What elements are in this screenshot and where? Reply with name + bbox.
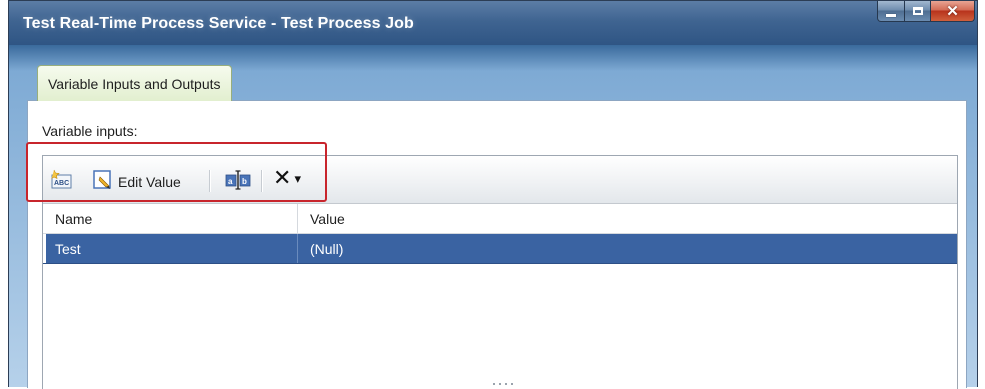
- window-title: Test Real-Time Process Service - Test Pr…: [23, 15, 414, 32]
- caption-buttons: ✕: [877, 1, 975, 23]
- edit-value-icon: [93, 169, 113, 194]
- minimize-button[interactable]: [877, 1, 905, 22]
- chevron-down-icon: ▾: [294, 171, 301, 187]
- column-header-name[interactable]: Name: [43, 204, 298, 233]
- toolbar-separator: [261, 170, 263, 192]
- maximize-icon: [912, 7, 923, 15]
- edit-value-button[interactable]: Edit Value: [93, 169, 181, 194]
- cell-name[interactable]: Test: [43, 234, 298, 263]
- dialog-client-area: Variable Inputs and Outputs Variable inp…: [21, 45, 967, 389]
- title-bar[interactable]: Test Real-Time Process Service - Test Pr…: [9, 1, 977, 45]
- svg-text:a: a: [228, 177, 233, 186]
- grid-toolbar: ABC Edit Value a b ✕ ▾: [43, 156, 957, 204]
- tab-panel: Variable inputs: ABC Edit Value a b ✕ ▾ …: [27, 100, 967, 389]
- minimize-icon: [886, 13, 896, 17]
- grid-header: Name Value: [43, 204, 957, 234]
- add-variable-icon: ABC: [51, 169, 73, 194]
- rename-button[interactable]: a b: [225, 169, 251, 194]
- column-header-value[interactable]: Value: [298, 204, 957, 233]
- svg-text:b: b: [242, 177, 247, 186]
- toolbar-separator: [209, 170, 211, 192]
- add-variable-button[interactable]: ABC: [51, 169, 73, 194]
- svg-text:ABC: ABC: [54, 180, 69, 187]
- delete-icon: ✕: [273, 166, 292, 191]
- close-icon: ✕: [946, 2, 959, 20]
- resize-grip-icon[interactable]: [493, 383, 513, 387]
- table-row[interactable]: Test (Null): [43, 234, 957, 264]
- edit-value-label: Edit Value: [118, 173, 181, 190]
- cell-value[interactable]: (Null): [298, 234, 957, 263]
- delete-dropdown-button[interactable]: ✕ ▾: [273, 167, 301, 191]
- dialog-window: Test Real-Time Process Service - Test Pr…: [8, 0, 978, 389]
- tab-variable-inputs-and-outputs[interactable]: Variable Inputs and Outputs: [37, 65, 232, 101]
- rename-icon: a b: [225, 169, 251, 194]
- close-button[interactable]: ✕: [931, 1, 975, 22]
- variable-inputs-label: Variable inputs:: [42, 123, 138, 139]
- maximize-button[interactable]: [905, 1, 931, 22]
- variable-inputs-grid: ABC Edit Value a b ✕ ▾ Name Value Test (…: [42, 155, 958, 389]
